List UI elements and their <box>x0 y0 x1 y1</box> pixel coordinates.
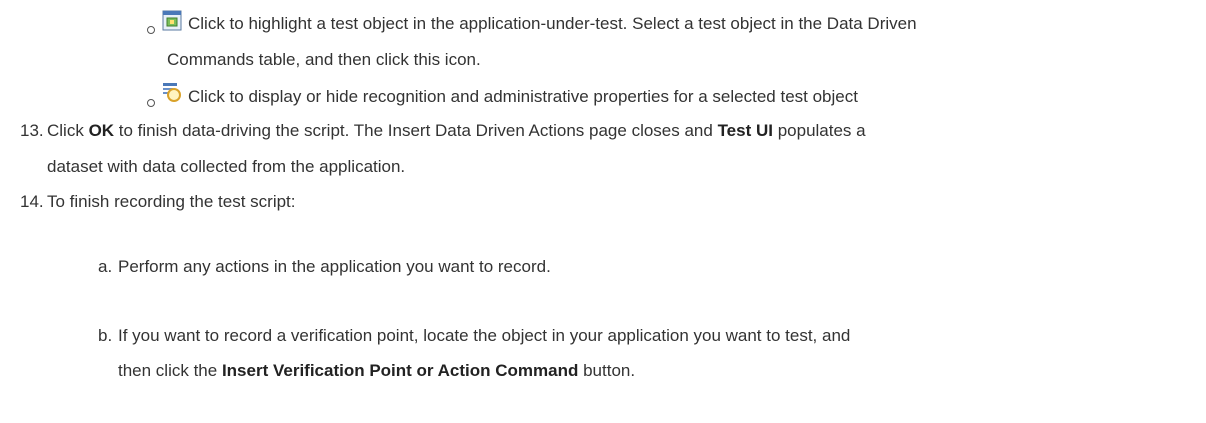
highlight-test-object-icon <box>162 10 182 31</box>
step-13-line-2: dataset with data collected from the app… <box>47 157 406 176</box>
substep-b-marker: b. <box>98 326 113 345</box>
bullet-marker <box>147 99 155 107</box>
bullet-1-line-1: Click to highlight a test object in the … <box>188 14 917 33</box>
help-page: Click to highlight a test object in the … <box>0 0 1206 423</box>
step-14-text: To finish recording the test script: <box>47 192 296 211</box>
substep-a-marker: a. <box>98 257 113 276</box>
bullet-1-line-2: Commands table, and then click this icon… <box>167 50 481 69</box>
ok-label: OK <box>88 121 115 140</box>
display-properties-icon <box>163 83 181 102</box>
substep-a-text: Perform any actions in the application y… <box>118 257 551 276</box>
bullet-marker <box>147 26 155 34</box>
step-13-text-mid: to finish data-driving the script. The I… <box>114 121 718 140</box>
step-14-number: 14. <box>20 192 44 211</box>
substep-b-line-2: then click the Insert Verification Point… <box>118 359 635 383</box>
insert-verification-point-label: Insert Verification Point or Action Comm… <box>221 361 579 380</box>
substep-b-text-post: button. <box>578 361 636 380</box>
step-13-text-pre: Click <box>47 121 89 140</box>
step-13-text-post: populates a <box>772 121 866 140</box>
step-13-line-1: Click OK to finish data-driving the scri… <box>47 119 866 143</box>
test-ui-label: Test UI <box>717 121 773 140</box>
step-13-number: 13. <box>20 121 44 140</box>
substep-b-text-pre: then click the <box>118 361 222 380</box>
substep-b-line-1: If you want to record a verification poi… <box>118 326 851 345</box>
bullet-2-line-1: Click to display or hide recognition and… <box>188 87 858 106</box>
